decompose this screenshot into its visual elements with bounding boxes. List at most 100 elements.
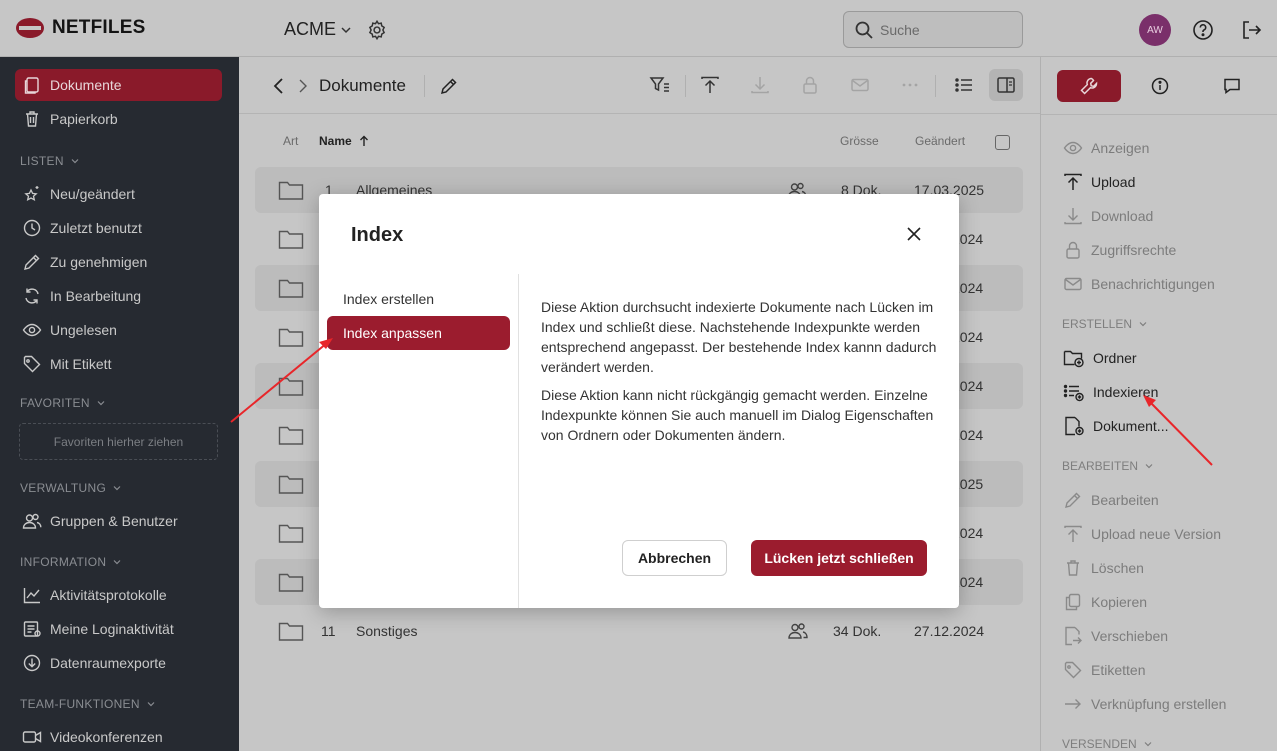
help-button[interactable] xyxy=(1192,19,1214,46)
action-view[interactable]: Anzeigen xyxy=(1063,138,1149,158)
column-name-label: Name xyxy=(319,134,352,148)
copy-icon xyxy=(1065,593,1081,611)
section-information[interactable]: INFORMATION xyxy=(20,555,122,569)
action-upload[interactable]: Upload xyxy=(1063,172,1135,192)
separator xyxy=(685,75,686,97)
nav-index-anpassen[interactable]: Index anpassen xyxy=(327,316,510,350)
sidebar-item-new-changed[interactable]: Neu/geändert xyxy=(15,178,222,210)
settings-button[interactable] xyxy=(366,19,388,46)
upload-button[interactable] xyxy=(693,69,727,101)
panel-tabs xyxy=(1041,57,1277,115)
folder-icon xyxy=(278,328,304,347)
action-label: Dokument... xyxy=(1093,418,1169,434)
action-download[interactable]: Download xyxy=(1063,206,1153,226)
download-button[interactable] xyxy=(743,69,777,101)
folder-icon xyxy=(278,573,304,592)
folder-icon xyxy=(278,279,304,298)
mail-icon xyxy=(851,78,869,92)
select-all-checkbox[interactable] xyxy=(995,135,1010,150)
tab-comments[interactable] xyxy=(1200,70,1264,102)
sidebar-item-label: Ungelesen xyxy=(50,322,117,338)
sidebar-item-tagged[interactable]: Mit Etikett xyxy=(15,348,222,380)
section-verwaltung[interactable]: VERWALTUNG xyxy=(20,481,122,495)
side-panel-icon xyxy=(997,77,1015,93)
table-row[interactable]: 11 Sonstiges 34 Dok. 27.12.2024 xyxy=(255,608,1023,654)
sidebar-item-groups-users[interactable]: Gruppen & Benutzer xyxy=(15,505,222,537)
action-notifications[interactable]: Benachrichtigungen xyxy=(1063,274,1215,294)
column-groesse[interactable]: Grösse xyxy=(840,134,879,148)
section-label: INFORMATION xyxy=(20,555,107,569)
user-avatar[interactable]: AW xyxy=(1139,14,1171,46)
breadcrumb-current[interactable]: Dokumente xyxy=(319,76,406,96)
permissions-button[interactable] xyxy=(793,69,827,101)
action-label: Bearbeiten xyxy=(1091,492,1159,508)
section-listen[interactable]: LISTEN xyxy=(20,154,80,168)
chevron-down-icon xyxy=(97,401,105,406)
action-new-folder[interactable]: Ordner xyxy=(1063,348,1137,368)
sidebar-item-label: In Bearbeitung xyxy=(50,288,142,304)
section-versenden[interactable]: VERSENDEN xyxy=(1062,737,1153,751)
sidebar-item-trash[interactable]: Papierkorb xyxy=(15,103,222,135)
section-label: VERWALTUNG xyxy=(20,481,107,495)
section-bearbeiten[interactable]: BEARBEITEN xyxy=(1062,459,1154,473)
toggle-panel-button[interactable] xyxy=(989,69,1023,101)
action-new-document[interactable]: Dokument... xyxy=(1063,416,1168,436)
column-name[interactable]: Name xyxy=(319,134,370,148)
action-create-link[interactable]: Verknüpfung erstellen xyxy=(1063,694,1226,714)
back-arrow-icon[interactable] xyxy=(271,76,287,96)
netfiles-logo[interactable]: NETFILES xyxy=(15,17,145,39)
filter-button[interactable] xyxy=(643,69,677,101)
section-team[interactable]: TEAM-FUNKTIONEN xyxy=(20,697,156,711)
sidebar-item-documents[interactable]: Dokumente xyxy=(15,69,222,101)
sidebar-item-label: Videokonferenzen xyxy=(50,729,163,745)
tenant-switcher[interactable]: ACME xyxy=(284,19,352,40)
pencil-icon[interactable] xyxy=(439,76,459,96)
action-label: Löschen xyxy=(1091,560,1144,576)
action-edit[interactable]: Bearbeiten xyxy=(1063,490,1159,510)
sort-ascending-icon xyxy=(359,135,368,146)
pencil-icon xyxy=(24,254,40,270)
netfiles-logo-icon xyxy=(16,18,44,38)
chevron-down-icon xyxy=(113,486,121,491)
action-index[interactable]: Indexieren xyxy=(1063,382,1158,402)
section-erstellen[interactable]: ERSTELLEN xyxy=(1062,317,1148,331)
tab-actions[interactable] xyxy=(1057,70,1121,102)
section-favoriten[interactable]: FAVORITEN xyxy=(20,396,106,410)
sidebar-item-video[interactable]: Videokonferenzen xyxy=(15,721,222,751)
sidebar-item-recent[interactable]: Zuletzt benutzt xyxy=(15,212,222,244)
sidebar-item-login-activity[interactable]: Meine Loginaktivität xyxy=(15,613,222,645)
actions-panel: Anzeigen Upload Download Zugriffsrechte … xyxy=(1040,57,1277,751)
notify-button[interactable] xyxy=(843,69,877,101)
download-icon xyxy=(751,77,769,94)
sidebar-item-exports[interactable]: Datenraumexporte xyxy=(15,647,222,679)
close-button[interactable] xyxy=(905,225,923,248)
list-view-button[interactable] xyxy=(947,69,981,101)
index-dialog: Index Index erstellen Index anpassen Die… xyxy=(319,194,959,608)
chevron-down-icon xyxy=(341,26,351,33)
column-art[interactable]: Art xyxy=(283,134,298,148)
row-name: Sonstiges xyxy=(356,623,418,639)
sidebar-item-activity-log[interactable]: Aktivitätsprotokolle xyxy=(15,579,222,611)
action-permissions[interactable]: Zugriffsrechte xyxy=(1063,240,1176,260)
section-label: VERSENDEN xyxy=(1062,737,1137,751)
action-move[interactable]: Verschieben xyxy=(1063,626,1168,646)
sidebar-item-unread[interactable]: Ungelesen xyxy=(15,314,222,346)
upload-icon xyxy=(1064,525,1082,542)
more-button[interactable] xyxy=(893,69,927,101)
action-tags[interactable]: Etiketten xyxy=(1063,660,1145,680)
sidebar-item-label: Dokumente xyxy=(50,77,122,93)
column-geaendert[interactable]: Geändert xyxy=(915,134,965,148)
search-field[interactable]: Suche xyxy=(843,11,1023,48)
action-copy[interactable]: Kopieren xyxy=(1063,592,1147,612)
sidebar-item-approve[interactable]: Zu genehmigen xyxy=(15,246,222,278)
nav-index-erstellen[interactable]: Index erstellen xyxy=(327,282,510,316)
cancel-button[interactable]: Abbrechen xyxy=(622,540,727,576)
tab-info[interactable] xyxy=(1128,70,1192,102)
favorites-dropzone[interactable]: Favoriten hierher ziehen xyxy=(19,423,218,460)
close-gaps-button[interactable]: Lücken jetzt schließen xyxy=(751,540,927,576)
sidebar-item-in-progress[interactable]: In Bearbeitung xyxy=(15,280,222,312)
action-delete[interactable]: Löschen xyxy=(1063,558,1144,578)
action-label: Etiketten xyxy=(1091,662,1146,678)
logout-button[interactable] xyxy=(1240,19,1262,46)
action-upload-version[interactable]: Upload neue Version xyxy=(1063,524,1221,544)
